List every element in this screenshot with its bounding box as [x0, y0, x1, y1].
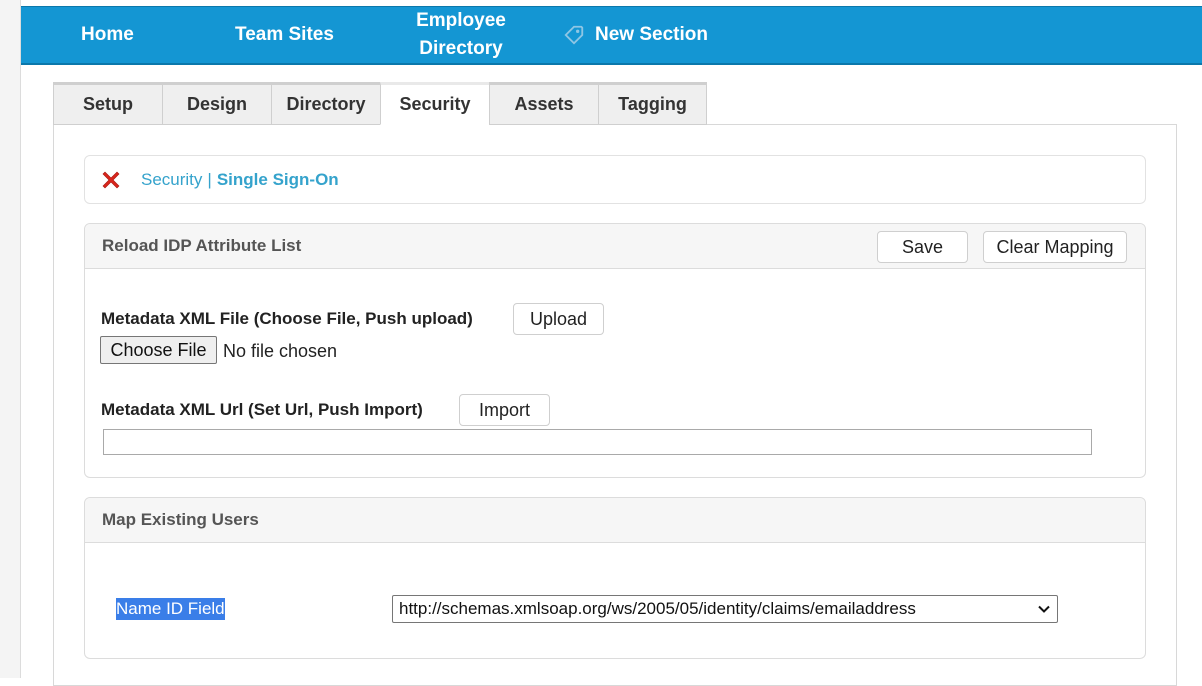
chevron-down-icon: [1038, 605, 1050, 613]
nav-employee-directory[interactable]: Employee Directory: [411, 7, 511, 63]
breadcrumb-separator: |: [207, 169, 212, 189]
nav-home-label: Home: [81, 24, 134, 45]
left-gutter: [0, 0, 21, 678]
nav-employee-directory-label: Employee Directory: [416, 10, 506, 59]
name-id-select[interactable]: http://schemas.xmlsoap.org/ws/2005/05/id…: [392, 595, 1058, 623]
nav-team-sites[interactable]: Team Sites: [235, 7, 334, 63]
top-nav-bar: Home Team Sites Employee Directory New S…: [21, 6, 1202, 65]
reload-idp-title: Reload IDP Attribute List: [102, 236, 302, 255]
tab-assets[interactable]: Assets: [489, 82, 598, 125]
reload-idp-card: Reload IDP Attribute List Save Clear Map…: [84, 223, 1146, 478]
name-id-select-value: http://schemas.xmlsoap.org/ws/2005/05/id…: [399, 599, 916, 618]
map-users-title: Map Existing Users: [102, 510, 259, 529]
tab-security[interactable]: Security: [380, 82, 489, 125]
tab-design[interactable]: Design: [162, 82, 271, 125]
metadata-file-label: Metadata XML File (Choose File, Push upl…: [101, 309, 473, 328]
breadcrumb-current[interactable]: Single Sign-On: [217, 170, 339, 190]
nav-new-section-label: New Section: [595, 24, 708, 45]
reload-idp-card-header: Reload IDP Attribute List Save Clear Map…: [85, 224, 1145, 269]
tag-icon: [564, 25, 584, 45]
metadata-url-input[interactable]: [103, 429, 1092, 455]
file-status-text: No file chosen: [223, 341, 338, 361]
tab-setup[interactable]: Setup: [53, 82, 162, 125]
save-button[interactable]: Save: [877, 231, 968, 263]
tab-tagging[interactable]: Tagging: [598, 82, 707, 125]
metadata-url-label: Metadata XML Url (Set Url, Push Import): [101, 400, 423, 419]
clear-mapping-button[interactable]: Clear Mapping: [983, 231, 1127, 263]
import-button[interactable]: Import: [459, 394, 550, 426]
choose-file-button[interactable]: Choose File: [100, 336, 217, 364]
tab-directory[interactable]: Directory: [271, 82, 380, 125]
map-users-card-header: Map Existing Users: [85, 498, 1145, 543]
name-id-field-label: Name ID Field: [116, 598, 225, 620]
breadcrumb-security-link[interactable]: Security: [141, 170, 202, 190]
tab-bar: Setup Design Directory Security Assets T…: [53, 82, 707, 125]
nav-new-section[interactable]: New Section: [563, 7, 708, 63]
upload-button[interactable]: Upload: [513, 303, 604, 335]
nav-home[interactable]: Home: [81, 7, 134, 63]
nav-team-sites-label: Team Sites: [235, 24, 334, 45]
close-x-icon[interactable]: [99, 168, 123, 192]
map-users-card: Map Existing Users Name ID Field http://…: [84, 497, 1146, 659]
breadcrumb: Security | Single Sign-On: [84, 155, 1146, 204]
